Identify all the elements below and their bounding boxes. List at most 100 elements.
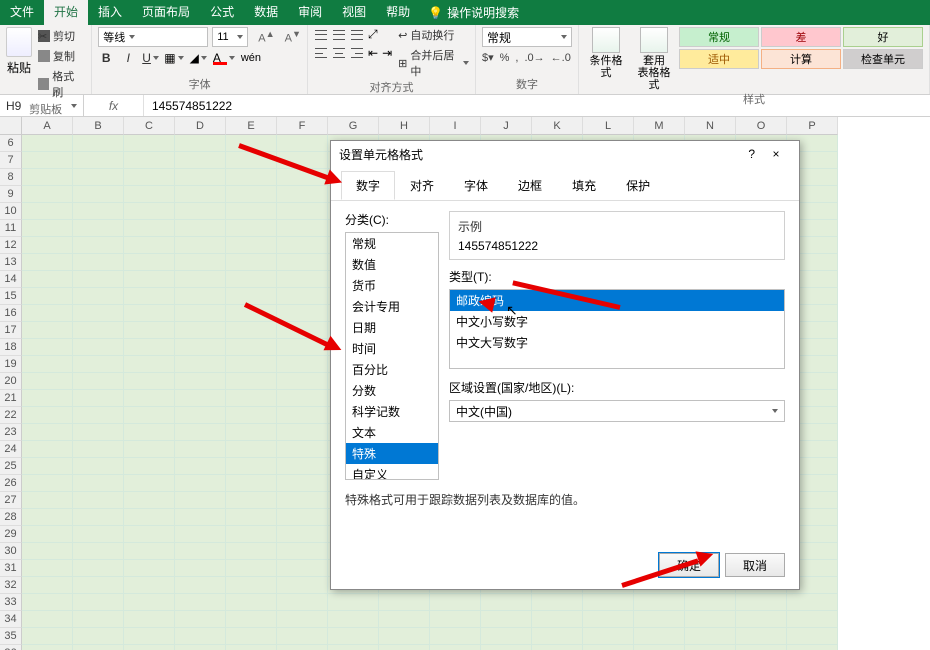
cell[interactable] (22, 577, 73, 594)
cell-style-normal[interactable]: 常规 (679, 27, 759, 47)
cell[interactable] (22, 305, 73, 322)
cell[interactable] (124, 424, 175, 441)
row-header[interactable]: 22 (0, 407, 22, 424)
cell[interactable] (277, 237, 328, 254)
cell[interactable] (277, 526, 328, 543)
cell[interactable] (22, 254, 73, 271)
tab-protect[interactable]: 保护 (611, 171, 665, 200)
row-header[interactable]: 30 (0, 543, 22, 560)
tell-me-search[interactable]: 💡 操作说明搜索 (420, 4, 527, 21)
cell[interactable] (175, 628, 226, 645)
decrease-indent-button[interactable]: ⇤ (368, 46, 378, 60)
column-header[interactable]: I (430, 117, 481, 135)
cell[interactable] (277, 424, 328, 441)
decrease-decimal-button[interactable]: ←.0 (551, 52, 571, 64)
cell[interactable] (175, 135, 226, 152)
cell[interactable] (226, 441, 277, 458)
cell[interactable] (73, 237, 124, 254)
cell[interactable] (226, 322, 277, 339)
align-center-button[interactable] (332, 46, 346, 60)
cell[interactable] (124, 339, 175, 356)
column-header[interactable]: H (379, 117, 430, 135)
cell[interactable] (73, 135, 124, 152)
menu-formula[interactable]: 公式 (200, 0, 244, 25)
cell[interactable] (124, 543, 175, 560)
category-item[interactable]: 特殊 (346, 443, 438, 464)
category-item[interactable]: 日期 (346, 317, 438, 338)
dialog-close-button[interactable]: × (761, 147, 791, 161)
row-header[interactable]: 18 (0, 339, 22, 356)
font-name-select[interactable]: 等线 (98, 27, 208, 47)
cell[interactable] (277, 645, 328, 650)
cell[interactable] (124, 186, 175, 203)
category-item[interactable]: 文本 (346, 422, 438, 443)
cell[interactable] (175, 577, 226, 594)
percent-button[interactable]: % (500, 52, 510, 64)
cell[interactable] (277, 152, 328, 169)
cell[interactable] (175, 492, 226, 509)
cell[interactable] (73, 424, 124, 441)
category-item[interactable]: 自定义 (346, 464, 438, 480)
cell[interactable] (22, 271, 73, 288)
cell[interactable] (175, 543, 226, 560)
cell-style-calc[interactable]: 计算 (761, 49, 841, 69)
row-header[interactable]: 33 (0, 594, 22, 611)
cell[interactable] (124, 628, 175, 645)
menu-view[interactable]: 视图 (332, 0, 376, 25)
cell[interactable] (22, 169, 73, 186)
cell[interactable] (22, 594, 73, 611)
cell[interactable] (175, 186, 226, 203)
cell[interactable] (277, 288, 328, 305)
shrink-font-button[interactable]: A▼ (285, 29, 301, 45)
grow-font-button[interactable]: A▲ (258, 29, 274, 45)
column-header[interactable]: B (73, 117, 124, 135)
cell[interactable] (277, 543, 328, 560)
cell[interactable] (532, 645, 583, 650)
cell[interactable] (124, 203, 175, 220)
cell[interactable] (430, 611, 481, 628)
cell[interactable] (22, 645, 73, 650)
cut-button[interactable]: ✂剪切 (36, 27, 85, 45)
cell[interactable] (22, 186, 73, 203)
cell[interactable] (736, 594, 787, 611)
cell[interactable] (583, 645, 634, 650)
cell[interactable] (226, 356, 277, 373)
cell[interactable] (22, 339, 73, 356)
cell[interactable] (277, 135, 328, 152)
cell[interactable] (277, 305, 328, 322)
row-header[interactable]: 17 (0, 322, 22, 339)
row-header[interactable]: 13 (0, 254, 22, 271)
wrap-text-button[interactable]: ↩自动换行 (398, 27, 469, 43)
cell[interactable] (175, 509, 226, 526)
orientation-button[interactable]: ⤢ (368, 27, 378, 42)
cell[interactable] (277, 611, 328, 628)
cell[interactable] (226, 305, 277, 322)
cell[interactable] (277, 509, 328, 526)
cell[interactable] (73, 220, 124, 237)
cell[interactable] (124, 560, 175, 577)
font-size-select[interactable]: 11 (212, 27, 248, 47)
cell[interactable] (226, 560, 277, 577)
cell[interactable] (73, 611, 124, 628)
cell[interactable] (226, 645, 277, 650)
cell[interactable] (124, 288, 175, 305)
cell[interactable] (22, 373, 73, 390)
cell[interactable] (226, 169, 277, 186)
menu-review[interactable]: 审阅 (288, 0, 332, 25)
cell[interactable] (277, 577, 328, 594)
align-right-button[interactable] (350, 46, 364, 60)
align-bottom-button[interactable] (350, 28, 364, 42)
cell[interactable] (277, 339, 328, 356)
cell[interactable] (124, 509, 175, 526)
comma-button[interactable]: , (515, 52, 518, 64)
row-header[interactable]: 7 (0, 152, 22, 169)
cell[interactable] (226, 373, 277, 390)
cell[interactable] (736, 628, 787, 645)
row-header[interactable]: 25 (0, 458, 22, 475)
cell[interactable] (175, 254, 226, 271)
cell[interactable] (73, 390, 124, 407)
cell[interactable] (73, 186, 124, 203)
cell[interactable] (481, 594, 532, 611)
cell[interactable] (22, 458, 73, 475)
row-header[interactable]: 14 (0, 271, 22, 288)
